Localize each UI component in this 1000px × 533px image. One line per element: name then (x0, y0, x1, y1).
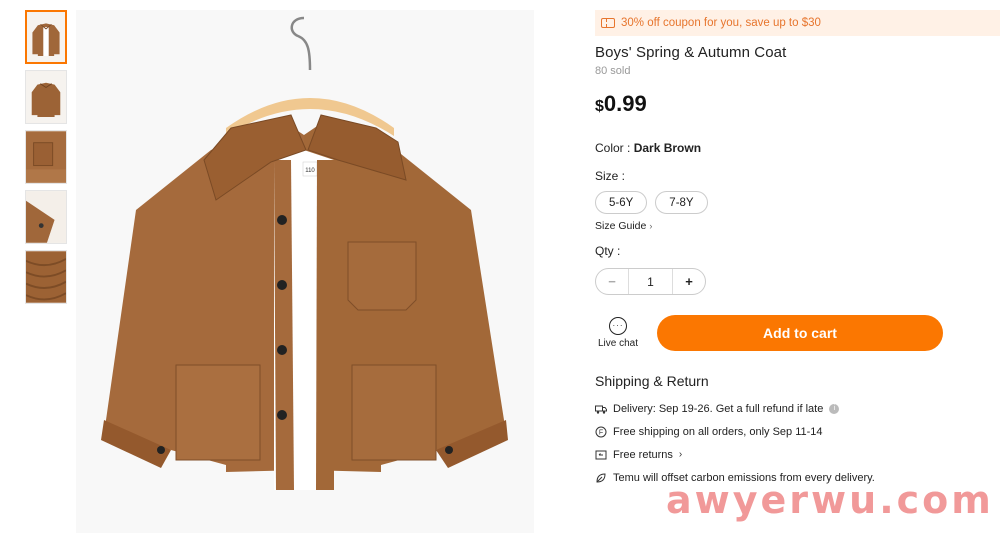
thumbnail-4[interactable] (25, 190, 67, 244)
coupon-icon (601, 18, 615, 28)
thumbnail-3[interactable] (25, 130, 67, 184)
shipping-carbon-item: Temu will offset carbon emissions from e… (595, 466, 1000, 489)
carbon-text: Temu will offset carbon emissions from e… (613, 471, 875, 484)
free-shipping-text: Free shipping on all orders, only Sep 11… (613, 425, 823, 438)
sleeve-detail-thumbnail-image (26, 191, 66, 243)
live-chat-label: Live chat (597, 338, 639, 349)
returns-icon (595, 449, 607, 461)
shipping-free-item: F Free shipping on all orders, only Sep … (595, 420, 1000, 443)
shipping-title: Shipping & Return (595, 373, 709, 389)
pocket-detail-thumbnail-image (26, 131, 66, 183)
delivery-text: Delivery: Sep 19-26. Get a full refund i… (613, 402, 824, 415)
qty-decrease-button[interactable]: − (596, 269, 628, 294)
thumbnail-list (25, 10, 67, 310)
price-amount: 0.99 (603, 91, 647, 116)
price: $ 0.99 (595, 91, 1000, 117)
color-label: Color : (595, 141, 634, 155)
shipping-delivery-item[interactable]: Delivery: Sep 19-26. Get a full refund i… (595, 397, 1000, 420)
free-shipping-icon: F (595, 426, 607, 438)
shipping-list: Delivery: Sep 19-26. Get a full refund i… (595, 397, 1000, 489)
color-row: Color : Dark Brown (595, 141, 1000, 155)
product-info-panel: 30% off coupon for you, save up to $30 B… (595, 10, 1000, 489)
color-value: Dark Brown (633, 141, 702, 155)
free-returns-text: Free returns (613, 448, 673, 461)
coat-thumbnail-image (27, 12, 65, 62)
size-guide-label: Size Guide (595, 220, 647, 232)
coupon-banner[interactable]: 30% off coupon for you, save up to $30 (595, 10, 1000, 36)
shipping-returns-item[interactable]: Free returns › (595, 443, 1000, 466)
sold-count: 80 sold (595, 65, 631, 77)
fabric-detail-thumbnail-image (26, 251, 66, 303)
chevron-right-icon: › (649, 221, 653, 231)
size-label: Size : (595, 169, 626, 183)
qty-increase-button[interactable]: + (673, 269, 705, 294)
thumbnail-5[interactable] (25, 250, 67, 304)
chat-bubble-icon: ··· (609, 317, 627, 335)
truck-icon (595, 403, 607, 415)
action-row: ··· Live chat Add to cart (595, 315, 1000, 351)
size-options: 5-6Y 7-8Y (595, 191, 1000, 214)
main-product-image[interactable]: 110 (76, 10, 534, 533)
product-title: Boys' Spring & Autumn Coat (595, 44, 787, 61)
size-option-7-8y[interactable]: 7-8Y (655, 191, 708, 214)
price-currency: $ (595, 98, 604, 115)
thumbnail-1[interactable] (25, 10, 67, 64)
coat-image: 110 (76, 10, 534, 533)
qty-value[interactable]: 1 (628, 269, 673, 294)
live-chat-button[interactable]: ··· Live chat (595, 317, 641, 349)
size-option-5-6y[interactable]: 5-6Y (595, 191, 648, 214)
add-to-cart-button[interactable]: Add to cart (657, 315, 943, 351)
coupon-text: 30% off coupon for you, save up to $30 (621, 17, 821, 29)
coat-back-thumbnail-image (26, 71, 66, 123)
quantity-stepper: − 1 + (595, 268, 706, 295)
chevron-right-icon: › (678, 449, 683, 460)
qty-label: Qty : (595, 244, 621, 258)
svg-text:F: F (599, 429, 603, 436)
size-guide-link[interactable]: Size Guide › (595, 220, 1000, 232)
leaf-icon (595, 472, 607, 484)
thumbnail-2[interactable] (25, 70, 67, 124)
size-tag-label: 110 (305, 168, 315, 174)
info-icon[interactable]: i (829, 403, 840, 414)
